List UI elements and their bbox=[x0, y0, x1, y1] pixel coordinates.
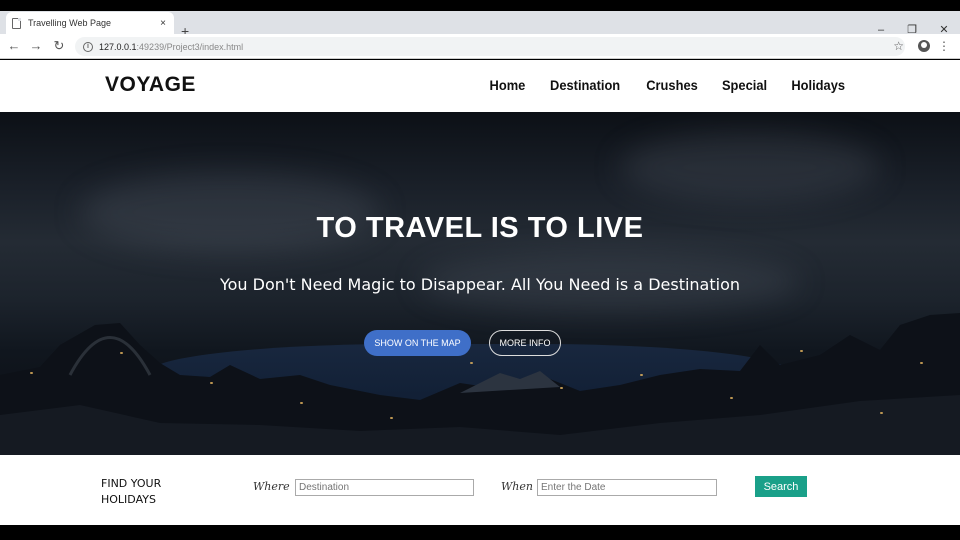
reload-icon[interactable]: ↻ bbox=[52, 39, 66, 53]
url-host: 127.0.0.1 bbox=[99, 41, 137, 52]
address-bar[interactable]: i 127.0.0.1:49239/Project3/index.html bbox=[75, 37, 905, 56]
nav-holidays[interactable]: Holidays bbox=[791, 77, 845, 93]
search-button[interactable]: Search bbox=[755, 476, 807, 497]
browser-tab[interactable]: Travelling Web Page × bbox=[6, 12, 174, 34]
site-logo[interactable]: VOYAGE bbox=[105, 73, 196, 97]
page-icon bbox=[12, 17, 21, 29]
back-icon[interactable]: ← bbox=[7, 39, 21, 53]
profile-icon[interactable] bbox=[918, 40, 930, 52]
screen: Travelling Web Page × + – ❐ ✕ ← → ↻ i 12… bbox=[0, 0, 960, 540]
bookmark-star-icon[interactable]: ☆ bbox=[893, 39, 904, 53]
more-info-button[interactable]: MORE INFO bbox=[489, 330, 561, 356]
destination-input[interactable] bbox=[295, 479, 474, 496]
info-icon[interactable]: i bbox=[83, 41, 93, 52]
nav-special[interactable]: Special bbox=[722, 77, 767, 93]
show-on-map-button[interactable]: SHOW ON THE MAP bbox=[364, 330, 471, 356]
browser-toolbar: ← → ↻ i 127.0.0.1:49239/Project3/index.h… bbox=[0, 34, 960, 59]
nav-home[interactable]: Home bbox=[490, 77, 526, 93]
menu-icon[interactable]: ⋮ bbox=[938, 39, 950, 53]
find-holidays-heading: FIND YOUR HOLIDAYS bbox=[101, 476, 161, 508]
cloud-shape bbox=[620, 132, 880, 202]
hero-subtitle: You Don't Need Magic to Disappear. All Y… bbox=[219, 275, 740, 294]
nav-crushes[interactable]: Crushes bbox=[646, 77, 698, 93]
top-letterbox bbox=[0, 0, 960, 11]
forward-icon[interactable]: → bbox=[29, 39, 43, 53]
nav-destination[interactable]: Destination bbox=[550, 77, 620, 93]
when-label: When bbox=[501, 480, 533, 493]
bottom-letterbox bbox=[0, 525, 960, 540]
holiday-search-bar: FIND YOUR HOLIDAYS Where When Search bbox=[0, 455, 960, 525]
main-nav: Home Destination Crushes Special Holiday… bbox=[488, 77, 847, 93]
hero-title: TO TRAVEL IS TO LIVE bbox=[316, 212, 644, 244]
url-path: :49239/Project3/index.html bbox=[136, 41, 244, 52]
site-header: VOYAGE Home Destination Crushes Special … bbox=[0, 60, 960, 112]
date-input[interactable] bbox=[537, 479, 717, 496]
heading-line: HOLIDAYS bbox=[101, 493, 156, 506]
tab-close-icon[interactable]: × bbox=[158, 18, 168, 29]
where-label: Where bbox=[253, 480, 290, 493]
city-skyline bbox=[0, 313, 960, 455]
heading-line: FIND YOUR bbox=[101, 477, 162, 490]
hero-banner: TO TRAVEL IS TO LIVE You Don't Need Magi… bbox=[0, 112, 960, 455]
browser-tabstrip: Travelling Web Page × + – ❐ ✕ bbox=[0, 11, 960, 38]
tab-title: Travelling Web Page bbox=[28, 18, 112, 28]
